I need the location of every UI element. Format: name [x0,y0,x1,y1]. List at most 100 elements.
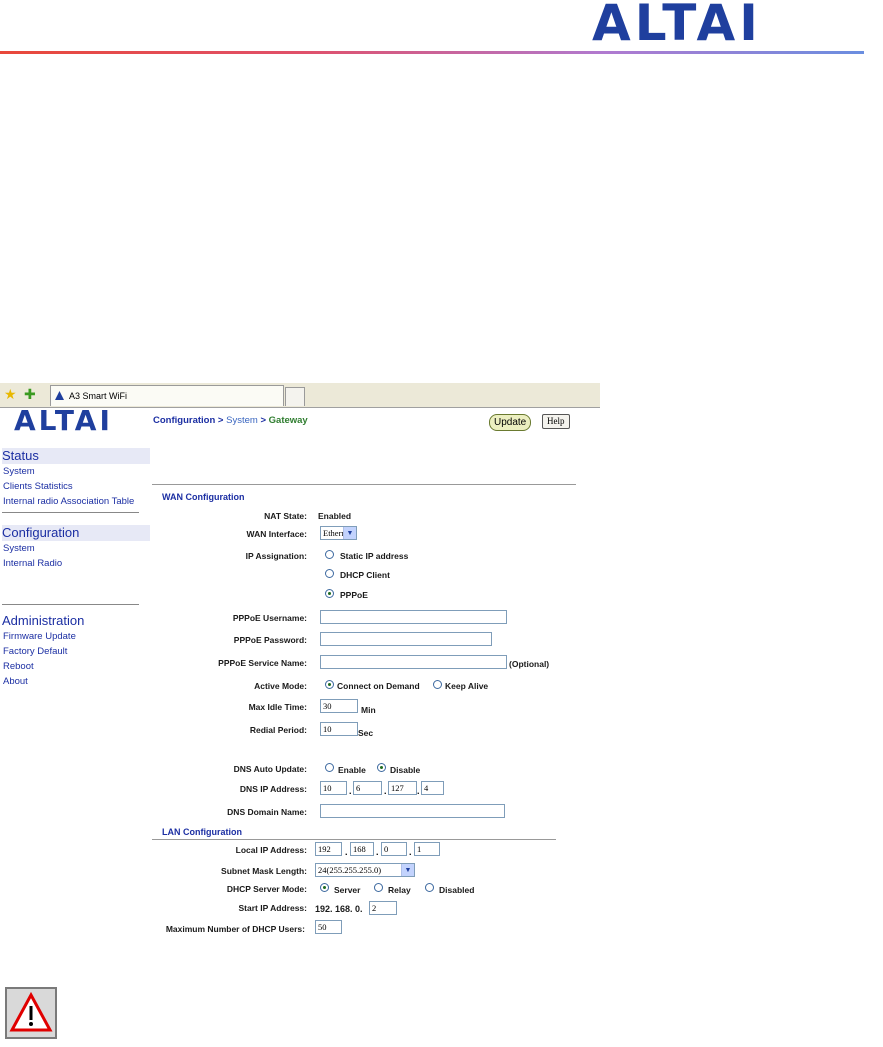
local-ip-octet-1[interactable]: 192 [315,842,342,856]
active-mode-label: Active Mode: [254,681,307,691]
sidebar: ALTAI Status System Clients Statistics I… [0,404,152,941]
sidebar-logo: ALTAI [14,404,113,437]
sidebar-item-status-system[interactable]: System [3,465,35,478]
radio-pppoe-label: PPPoE [340,590,368,600]
radio-dhcp-server-label: Server [334,885,361,895]
radio-dns-disable-label: Disable [390,765,421,775]
radio-dhcp-relay[interactable] [374,883,383,892]
sidebar-item-association-table[interactable]: Internal radio Association Table [3,495,134,508]
radio-connect-on-demand[interactable] [325,680,334,689]
nat-state-value: Enabled [318,511,352,521]
start-ip-label: Start IP Address: [238,903,308,913]
router-admin-app: ALTAI Status System Clients Statistics I… [0,404,600,941]
local-ip-octet-4[interactable]: 1 [414,842,440,856]
radio-connect-on-demand-label: Connect on Demand [337,681,420,691]
new-tab-button[interactable] [285,387,305,406]
altai-logo: ALTAI [592,0,762,52]
chevron-down-icon: ▼ [401,864,414,876]
max-idle-input[interactable]: 30 [320,699,358,713]
add-favorite-icon[interactable]: ✚ [24,386,36,403]
sidebar-item-firmware-update[interactable]: Firmware Update [3,630,76,643]
dns-ip-octet-3[interactable]: 127 [388,781,417,795]
header-gradient-rule [0,51,864,54]
sidebar-section-configuration: Configuration [2,525,150,541]
lan-section-title: LAN Configuration [162,827,242,837]
sidebar-section-status: Status [2,448,150,464]
radio-dns-enable[interactable] [325,763,334,772]
dns-auto-update-label: DNS Auto Update: [233,764,307,774]
subnet-mask-label: Subnet Mask Length: [221,866,307,876]
embedded-browser-screenshot: ★ ✚ A3 Smart WiFi ALTAI Status System Cl… [0,383,600,941]
redial-period-unit: Sec [358,728,374,738]
radio-dns-enable-label: Enable [338,765,366,775]
sidebar-item-about[interactable]: About [3,675,28,688]
local-ip-label: Local IP Address: [235,845,307,855]
radio-dns-disable[interactable] [377,763,386,772]
breadcrumb-configuration[interactable]: Configuration [153,415,215,426]
wan-interface-label: WAN Interface: [246,529,307,539]
radio-dhcp-client-label: DHCP Client [340,570,390,580]
sidebar-section-administration: Administration [2,613,85,628]
radio-dhcp-relay-label: Relay [388,885,411,895]
dns-ip-octet-2[interactable]: 6 [353,781,382,795]
warning-triangle-icon [5,987,57,1039]
pppoe-password-label: PPPoE Password: [233,635,307,645]
start-ip-last-octet[interactable]: 2 [369,901,397,915]
radio-pppoe[interactable] [325,589,334,598]
pppoe-username-label: PPPoE Username: [232,613,307,623]
section-divider [152,484,576,485]
start-ip-prefix: 192. 168. 0. [315,904,363,914]
radio-dhcp-disabled[interactable] [425,883,434,892]
dhcp-mode-label: DHCP Server Mode: [226,884,307,894]
local-ip-octet-2[interactable]: 168 [350,842,374,856]
pppoe-username-input[interactable] [320,610,507,624]
breadcrumb-system[interactable]: System [226,415,258,426]
radio-static-ip[interactable] [325,550,334,559]
pppoe-service-input[interactable] [320,655,507,669]
nat-state-label: NAT State: [264,511,307,521]
radio-static-ip-label: Static IP address [340,551,409,561]
pppoe-service-label: PPPoE Service Name: [218,658,307,668]
main-content: Configuration > System > Gateway Update … [152,408,600,941]
sidebar-item-config-system[interactable]: System [3,542,35,555]
breadcrumb: Configuration > System > Gateway [153,415,308,426]
ip-assignation-label: IP Assignation: [245,551,307,561]
sidebar-item-factory-default[interactable]: Factory Default [3,645,67,658]
optional-hint: (Optional) [509,659,550,669]
breadcrumb-gateway: Gateway [268,415,308,426]
site-favicon-icon [55,391,64,400]
sidebar-item-internal-radio[interactable]: Internal Radio [3,557,62,570]
section-divider [152,839,556,840]
max-idle-unit: Min [361,705,376,715]
sidebar-item-reboot[interactable]: Reboot [3,660,34,673]
browser-tab-title: A3 Smart WiFi [69,391,128,401]
max-dhcp-users-input[interactable]: 50 [315,920,342,934]
wan-section-title: WAN Configuration [162,492,245,502]
radio-keep-alive[interactable] [433,680,442,689]
local-ip-octet-3[interactable]: 0 [381,842,407,856]
chevron-down-icon: ▼ [343,527,356,539]
sidebar-divider [2,604,139,605]
sidebar-item-clients-statistics[interactable]: Clients Statistics [3,480,73,493]
update-button[interactable]: Update [489,414,532,431]
radio-dhcp-client[interactable] [325,569,334,578]
dns-ip-octet-1[interactable]: 10 [320,781,347,795]
max-idle-label: Max Idle Time: [248,702,307,712]
favorites-star-icon[interactable]: ★ [4,386,17,403]
browser-tab[interactable]: A3 Smart WiFi [50,385,284,406]
dns-ip-octet-4[interactable]: 4 [421,781,444,795]
redial-period-input[interactable]: 10 [320,722,358,736]
radio-dhcp-server[interactable] [320,883,329,892]
dns-domain-label: DNS Domain Name: [227,807,307,817]
dns-ip-label: DNS IP Address: [239,784,307,794]
dns-domain-input[interactable] [320,804,505,818]
subnet-mask-select[interactable]: 24(255.255.255.0) ▼ [315,863,415,877]
pppoe-password-input[interactable] [320,632,492,646]
redial-period-label: Redial Period: [249,725,307,735]
max-dhcp-users-label: Maximum Number of DHCP Users: [165,924,305,934]
help-button[interactable]: Help [542,414,570,429]
radio-keep-alive-label: Keep Alive [445,681,489,691]
sidebar-divider [2,512,139,513]
wan-interface-select[interactable]: Ethernet ▼ [320,526,357,540]
radio-dhcp-disabled-label: Disabled [439,885,475,895]
